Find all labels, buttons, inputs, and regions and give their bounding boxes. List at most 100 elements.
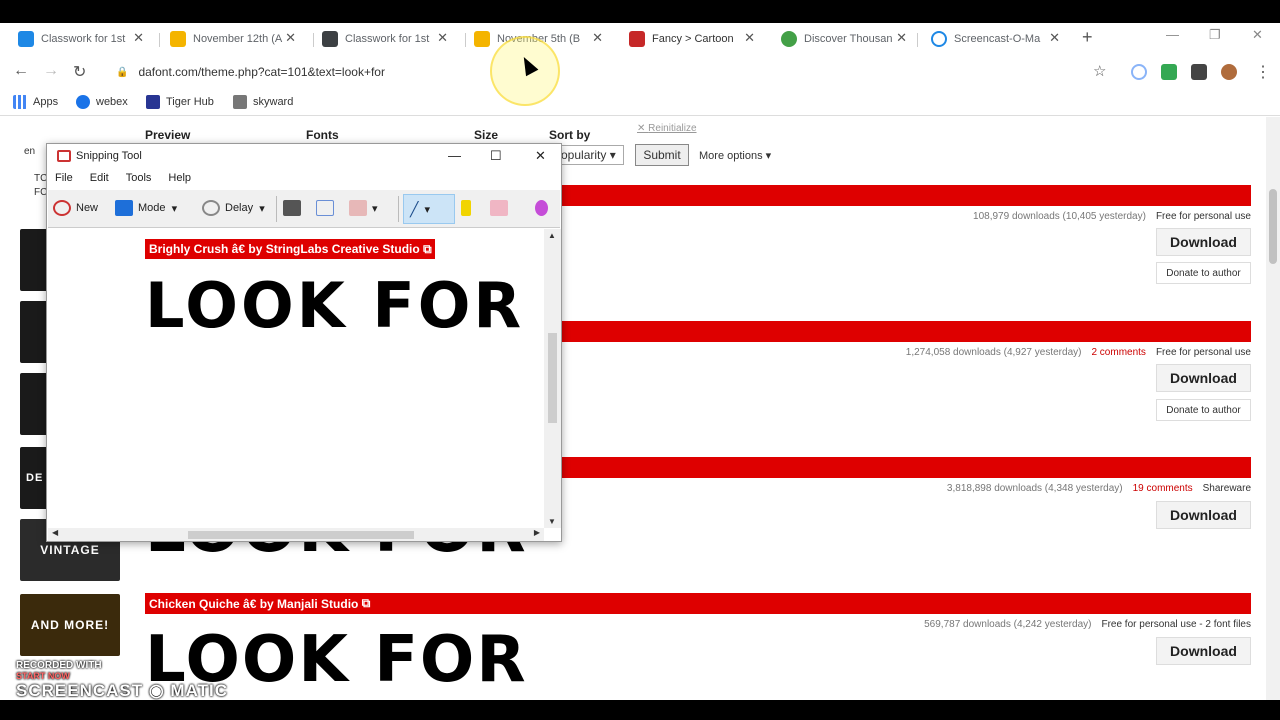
scroll-thumb[interactable] [548,333,557,423]
minimize-button[interactable]: — [448,148,461,163]
paint3d-icon [535,200,548,216]
bookmark-skyward[interactable]: skyward [233,95,293,109]
snipping-toolbar: New Mode ▾ Delay ▾ ▾ ╱ ▾ [48,190,560,228]
font-bar[interactable]: Chicken Quiche â€ by Manjali Studio ⧉ [145,593,1251,614]
scroll-up-icon[interactable]: ▲ [548,231,556,240]
snipping-titlebar[interactable]: Snipping Tool [47,144,561,168]
menu-help[interactable]: Help [168,172,191,190]
snip-vertical-scrollbar[interactable]: ▲ ▼ [544,229,561,528]
external-link-icon: ⧉ [423,241,432,256]
download-button[interactable]: Download [1156,637,1251,665]
highlighter-icon [461,200,471,216]
tab-classwork-1[interactable]: Classwork for 1st ✕ [0,27,152,51]
tab-classwork-2[interactable]: Classwork for 1st ✕ [304,27,456,51]
snip-horizontal-scrollbar[interactable]: ◀ ▶ [48,528,544,541]
paint3d-button[interactable] [535,200,553,216]
restore-button[interactable]: ❐ [1209,27,1221,43]
apps-grid-icon [13,95,27,109]
tigerhub-icon [146,95,160,109]
toolbar: ← → ↻ 🔒 dafont.com/theme.php?cat=101&tex… [0,55,1280,90]
font-name-link[interactable]: Chicken Quiche â€ by Manjali Studio [149,597,358,611]
captured-font-bar: Brighly Crush â€ by StringLabs Creative … [145,239,435,259]
close-icon[interactable]: ✕ [437,30,448,46]
external-link-icon[interactable]: ⧉ [362,596,371,611]
page-scrollbar[interactable] [1266,117,1280,700]
scroll-right-icon[interactable]: ▶ [534,528,540,537]
download-button[interactable]: Download [1156,364,1251,392]
maximize-button[interactable]: ☐ [490,148,502,164]
download-button[interactable]: Download [1156,501,1251,529]
captured-font-preview: LOOK FOR [145,269,525,342]
submit-button[interactable]: Submit [635,144,689,166]
close-icon[interactable]: ✕ [285,30,296,46]
scroll-left-icon[interactable]: ◀ [52,528,58,537]
menu-edit[interactable]: Edit [90,172,109,190]
back-button[interactable]: ← [13,62,29,80]
slides-icon [474,31,490,47]
separator [276,196,277,222]
font-meta: 108,979 downloads (10,405 yesterday) Fre… [973,211,1251,222]
more-options-button[interactable]: More options ▾ [699,149,771,162]
new-tab-button[interactable]: + [1082,27,1093,48]
donate-button[interactable]: Donate to author [1156,262,1251,284]
new-button[interactable]: New [53,200,98,216]
scroll-down-icon[interactable]: ▼ [548,517,556,526]
close-icon[interactable]: ✕ [744,30,755,46]
mode-button[interactable]: Mode ▾ [115,200,177,216]
tab-title: November 12th (A [193,33,283,45]
dafont-icon [629,31,645,47]
bookmark-star-icon[interactable]: ☆ [1093,62,1106,80]
download-button[interactable]: Download [1156,228,1251,256]
menu-icon[interactable]: ⋮ [1255,62,1271,82]
menu-file[interactable]: File [55,172,73,190]
bookmark-apps[interactable]: Apps [13,95,58,109]
copy-button[interactable] [316,200,339,216]
header-fonts: Fonts [306,128,339,142]
slides-icon [170,31,186,47]
clock-icon [202,200,220,216]
extension-icon[interactable] [1131,64,1147,80]
send-button[interactable]: ▾ [349,200,378,216]
header-size: Size [474,128,499,142]
close-icon[interactable]: ✕ [1049,30,1060,46]
close-window-button[interactable]: ✕ [1252,27,1263,43]
close-button[interactable]: ✕ [535,148,546,164]
reload-button[interactable]: ↻ [73,62,86,82]
eraser-button[interactable] [490,200,513,216]
save-button[interactable] [283,200,306,216]
separator [398,196,399,222]
skyward-icon [233,95,247,109]
tab-title: Screencast-O-Ma [954,33,1041,45]
highlighter-button[interactable] [461,200,476,216]
tab-strip: Classwork for 1st ✕ November 12th (A ✕ C… [0,23,1280,55]
page-scrollbar-thumb[interactable] [1269,189,1277,264]
avatar[interactable] [1221,64,1237,80]
close-icon[interactable]: ✕ [896,30,907,46]
scroll-thumb[interactable] [188,531,414,539]
close-icon[interactable]: ✕ [592,30,603,46]
tab-discover[interactable]: Discover Thousan ✕ [763,27,915,51]
close-icon[interactable]: ✕ [133,30,144,46]
tab-november-12[interactable]: November 12th (A ✕ [152,27,304,51]
address-bar[interactable]: 🔒 dafont.com/theme.php?cat=101&text=look… [106,58,1122,86]
pen-icon: ╱ [410,200,419,217]
bookmark-tigerhub[interactable]: Tiger Hub [146,95,214,109]
menu-tools[interactable]: Tools [126,172,152,190]
send-snip-icon [349,200,367,216]
delay-button[interactable]: Delay ▾ [202,200,265,216]
minimize-button[interactable]: — [1166,27,1179,42]
puzzle-icon[interactable] [1191,64,1207,80]
extension-icon[interactable] [1161,64,1177,80]
bookmark-webex[interactable]: webex [76,95,128,109]
theme-thumbnail[interactable]: AND MORE! [20,594,120,656]
pen-button[interactable]: ╱ ▾ [403,194,455,224]
save-icon [283,200,301,216]
forward-button[interactable]: → [43,62,59,80]
reinitialize-link[interactable]: ✕ Reinitialize [637,123,697,134]
tab-screencast[interactable]: Screencast-O-Ma ✕ [913,27,1068,51]
left-snippet: en [24,146,36,157]
copy-icon [316,200,334,216]
donate-button[interactable]: Donate to author [1156,399,1251,421]
tab-fancy-cartoon[interactable]: Fancy > Cartoon ✕ [611,27,763,51]
sort-select[interactable]: opularity ▾ [554,145,624,165]
